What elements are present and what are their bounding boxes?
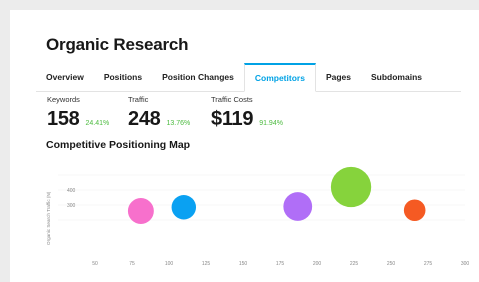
chart-y-tick-label: 400 (67, 188, 76, 194)
chart-x-tick-label: 275 (424, 261, 433, 267)
chart-grid (58, 174, 465, 221)
chart-x-tick-label: 125 (202, 261, 211, 267)
chart-bubble[interactable] (330, 166, 372, 208)
chart-x-tick-label: 50 (92, 261, 98, 267)
chart-x-tick-label: 225 (350, 261, 359, 267)
chart-x-tick-label: 150 (239, 261, 248, 267)
chart-y-tick-label: 300 (67, 203, 76, 209)
chart-x-tick-label: 300 (461, 261, 470, 267)
chart-bubble[interactable] (127, 198, 154, 224)
chart-x-tick-label: 200 (313, 261, 322, 267)
chart-bubble[interactable] (171, 195, 197, 220)
chart-y-axis-label: Organic Search Traffic (N) (46, 191, 51, 245)
chart-x-tick-label: 100 (165, 261, 174, 267)
chart-bubble[interactable] (283, 192, 313, 221)
chart-x-tick-label: 175 (276, 261, 285, 267)
chart-x-tick-label: 250 (387, 261, 396, 267)
chart-x-tick-label: 75 (129, 261, 135, 267)
organic-research-card: Organic Research Overview Positions Posi… (10, 10, 479, 282)
competitive-positioning-map: Organic Search Traffic (N) 400 300 50 75 10… (46, 166, 470, 267)
chart-bubble[interactable] (403, 199, 426, 222)
